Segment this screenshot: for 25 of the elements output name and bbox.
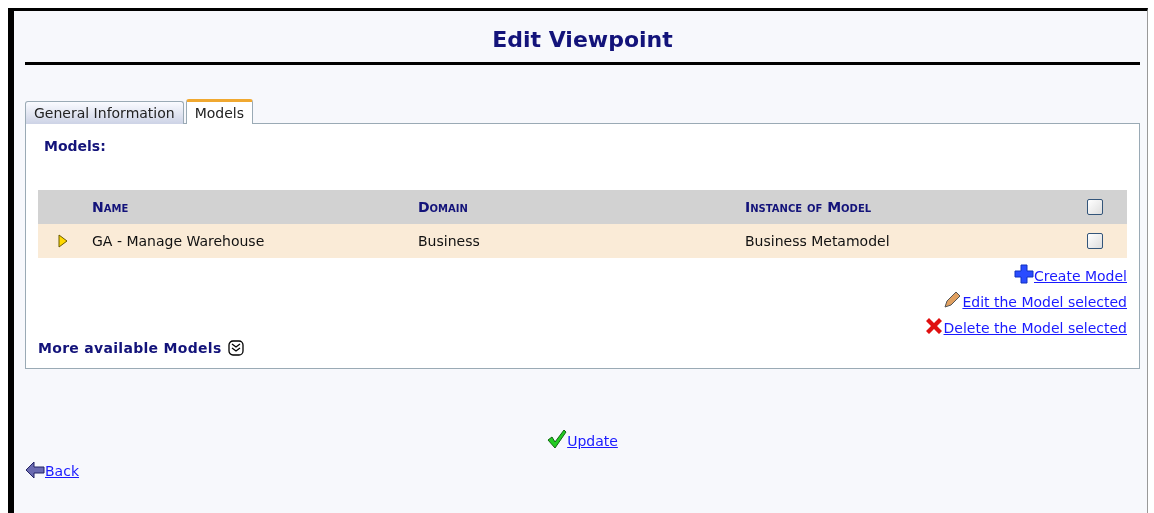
plus-icon: [1014, 264, 1034, 284]
tab[interactable]: General Information: [25, 101, 184, 124]
expand-icon[interactable]: [227, 340, 244, 356]
tab[interactable]: Models: [185, 99, 253, 124]
page-title: Edit Viewpoint: [25, 11, 1140, 65]
section-title: Models:: [44, 138, 107, 154]
delete-link[interactable]: Delete the Model selected: [943, 320, 1127, 336]
edit-link[interactable]: Edit the Model selected: [962, 294, 1127, 310]
more-models-label: More available Models: [38, 340, 222, 356]
update-link[interactable]: Update: [567, 433, 618, 449]
table-row[interactable]: GA - Manage Warehouse Business Business Metamodel: [38, 224, 1127, 258]
row-checkbox[interactable]: [1087, 233, 1103, 249]
back-arrow-icon: [25, 461, 45, 479]
table-cell-text: Business: [418, 233, 481, 249]
create-link[interactable]: Create Model: [1034, 268, 1127, 284]
column-header: Name: [92, 199, 130, 215]
checkmark-icon: [547, 429, 568, 449]
back-link[interactable]: Back: [45, 463, 79, 479]
expand-arrow-icon[interactable]: [58, 234, 68, 248]
select-all-checkbox[interactable]: [1087, 199, 1103, 215]
column-header: Domain: [418, 199, 469, 215]
pencil-icon: [942, 290, 963, 310]
column-header: Instance of Model: [745, 199, 873, 215]
table-cell-text: Business Metamodel: [745, 233, 891, 249]
table-cell-text: GA - Manage Warehouse: [92, 233, 266, 249]
